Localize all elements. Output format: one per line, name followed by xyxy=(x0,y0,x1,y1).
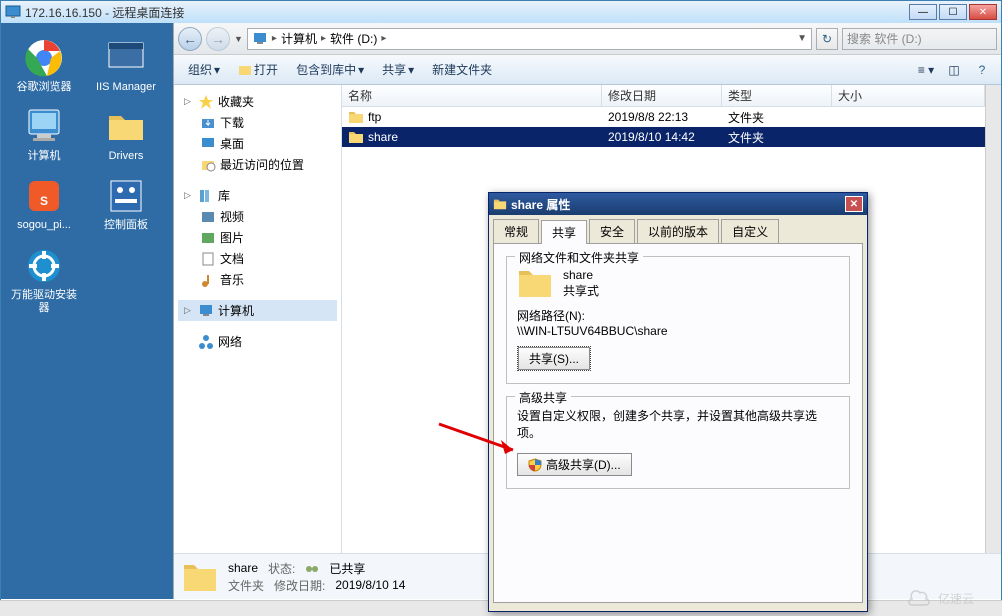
nav-desktop[interactable]: 桌面 xyxy=(178,133,337,154)
nav-pictures[interactable]: 图片 xyxy=(178,227,337,248)
tab-security[interactable]: 安全 xyxy=(589,219,635,243)
file-row-share[interactable]: share 2019/8/10 14:42 文件夹 xyxy=(342,127,985,147)
maximize-button[interactable]: ☐ xyxy=(939,4,967,20)
nav-music[interactable]: 音乐 xyxy=(178,269,337,290)
network-path-value: \\WIN-LT5UV64BBUC\share xyxy=(517,324,839,338)
nav-computer[interactable]: ▷计算机 xyxy=(178,300,337,321)
toolbar-organize[interactable]: 组织 ▾ xyxy=(182,59,226,80)
nav-downloads[interactable]: 下载 xyxy=(178,112,337,133)
rdp-icon xyxy=(5,4,21,20)
desktop-icon-control-panel[interactable]: 控制面板 xyxy=(89,171,163,236)
folder-icon xyxy=(182,561,218,593)
rdp-ip: 172.16.16.150 xyxy=(25,6,102,20)
desktop-icon-drivers[interactable]: Drivers xyxy=(89,102,163,167)
share-button[interactable]: 共享(S)... xyxy=(518,347,590,370)
svg-text:S: S xyxy=(40,194,48,208)
tab-previous-versions[interactable]: 以前的版本 xyxy=(637,219,719,243)
navigation-pane[interactable]: ▷收藏夹 下载 桌面 最近访问的位置 ▷库 视频 图片 文档 音乐 ▷计算机 网… xyxy=(174,85,342,553)
help-icon[interactable]: ? xyxy=(971,60,993,80)
dialog-titlebar[interactable]: share 属性 ✕ xyxy=(489,193,867,215)
properties-dialog: share 属性 ✕ 常规 共享 安全 以前的版本 自定义 网络文件和文件夹共享… xyxy=(488,192,868,612)
column-name[interactable]: 名称 xyxy=(342,85,602,106)
rdp-title: - 远程桌面连接 xyxy=(105,6,184,20)
address-bar[interactable]: ▸ 计算机 ▸ 软件 (D:) ▸ ▼ xyxy=(247,28,812,50)
view-options-icon[interactable]: ≡ ▾ xyxy=(915,60,937,80)
status-name: share xyxy=(228,561,258,575)
nav-videos[interactable]: 视频 xyxy=(178,206,337,227)
shield-icon xyxy=(528,458,542,472)
column-date[interactable]: 修改日期 xyxy=(602,85,722,106)
remote-desktop[interactable]: 谷歌浏览器 IIS Manager 计算机 Drivers S sogou_pi… xyxy=(1,23,173,599)
nav-network[interactable]: 网络 xyxy=(178,331,337,352)
back-button[interactable]: ← xyxy=(178,27,202,51)
desktop-icon-iis[interactable]: IIS Manager xyxy=(89,33,163,98)
desktop-icon-computer[interactable]: 计算机 xyxy=(7,102,81,167)
groupbox-advanced-share: 高级共享 设置自定义权限，创建多个共享，并设置其他高级共享选项。 高级共享(D)… xyxy=(506,396,850,489)
nav-favorites[interactable]: ▷收藏夹 xyxy=(178,91,337,112)
vertical-scrollbar[interactable] xyxy=(985,85,1001,553)
folder-icon xyxy=(517,267,553,299)
computer-icon xyxy=(252,31,268,47)
tab-general[interactable]: 常规 xyxy=(493,219,539,243)
tab-share[interactable]: 共享 xyxy=(541,220,587,244)
nav-recent[interactable]: 最近访问的位置 xyxy=(178,154,337,175)
nav-libraries[interactable]: ▷库 xyxy=(178,185,337,206)
desktop-icon-sogou[interactable]: S sogou_pi... xyxy=(7,171,81,236)
explorer-toolbar: 组织 ▾ 打开 包含到库中 ▾ 共享 ▾ 新建文件夹 ≡ ▾ ◫ ? xyxy=(174,55,1001,85)
desktop-icon-chrome[interactable]: 谷歌浏览器 xyxy=(7,33,81,98)
minimize-button[interactable]: — xyxy=(909,4,937,20)
desktop-icon-driver-installer[interactable]: 万能驱动安装器 xyxy=(7,241,81,319)
addr-drive: 软件 (D:) xyxy=(330,30,377,47)
search-input[interactable]: 搜索 软件 (D:) xyxy=(842,28,997,50)
rdp-titlebar: 172.16.16.150 - 远程桌面连接 — ☐ ✕ xyxy=(1,1,1001,23)
forward-button[interactable]: → xyxy=(206,27,230,51)
nav-documents[interactable]: 文档 xyxy=(178,248,337,269)
shared-icon xyxy=(305,561,319,575)
addr-computer: 计算机 xyxy=(281,30,317,47)
tab-custom[interactable]: 自定义 xyxy=(721,219,779,243)
preview-pane-icon[interactable]: ◫ xyxy=(943,60,965,80)
column-type[interactable]: 类型 xyxy=(722,85,832,106)
share-name: share xyxy=(563,268,599,282)
status-shared: 已共享 xyxy=(329,560,365,577)
toolbar-include[interactable]: 包含到库中 ▾ xyxy=(290,59,370,80)
toolbar-open[interactable]: 打开 xyxy=(232,59,284,80)
column-size[interactable]: 大小 xyxy=(832,85,985,106)
advanced-share-button[interactable]: 高级共享(D)... xyxy=(517,453,632,476)
file-row-ftp[interactable]: ftp 2019/8/8 22:13 文件夹 xyxy=(342,107,985,127)
groupbox-network-share: 网络文件和文件夹共享 share 共享式 网络路径(N): \\WIN-LT5U… xyxy=(506,256,850,384)
toolbar-new-folder[interactable]: 新建文件夹 xyxy=(426,59,498,80)
toolbar-share[interactable]: 共享 ▾ xyxy=(376,59,420,80)
network-path-label: 网络路径(N): xyxy=(517,307,839,324)
dialog-title: share 属性 xyxy=(511,196,570,213)
close-button[interactable]: ✕ xyxy=(969,4,997,20)
refresh-button[interactable]: ↻ xyxy=(816,28,838,50)
advanced-description: 设置自定义权限，创建多个共享，并设置其他高级共享选项。 xyxy=(517,407,839,441)
dialog-close-button[interactable]: ✕ xyxy=(845,196,863,212)
share-state: 共享式 xyxy=(563,282,599,299)
